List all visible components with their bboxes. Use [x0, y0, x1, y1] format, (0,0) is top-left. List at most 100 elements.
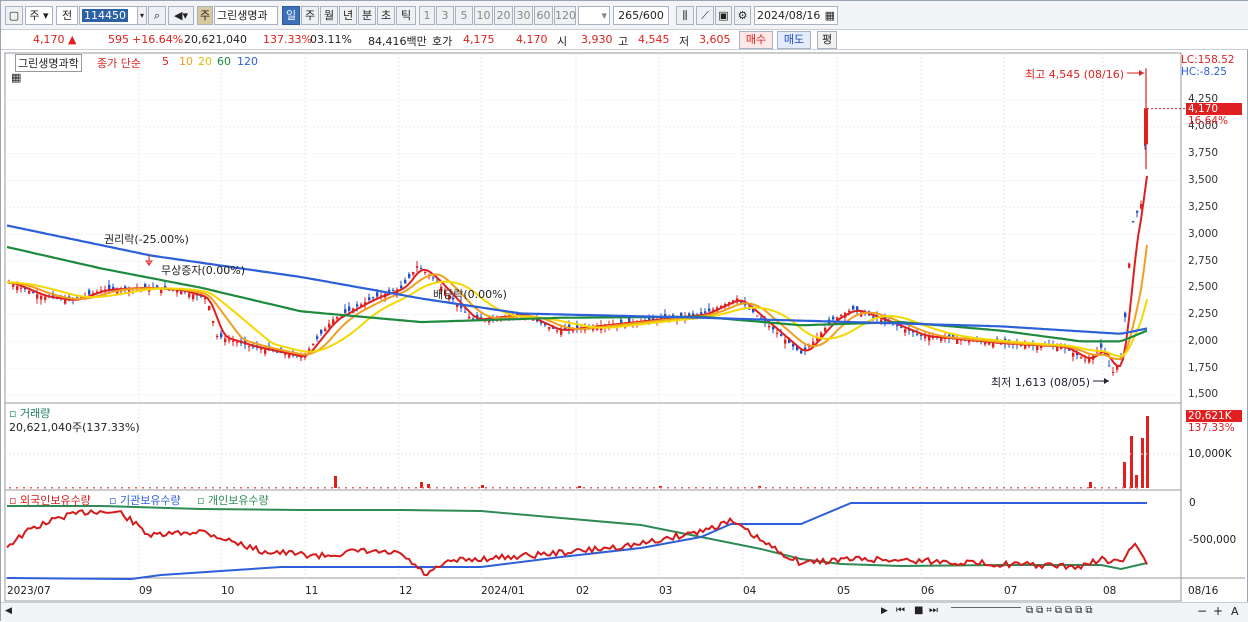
stock-legend-name[interactable]: 그린생명과학	[15, 54, 82, 72]
candle-body	[404, 279, 407, 284]
prev-select[interactable]: 전	[56, 6, 78, 25]
candle-body	[420, 268, 423, 270]
period-month[interactable]: 월	[320, 6, 338, 25]
last-page-icon[interactable]: ⏭	[929, 605, 938, 616]
interval-20[interactable]: 20	[494, 6, 513, 25]
period-day[interactable]: 일	[282, 6, 300, 25]
volume-bar	[863, 487, 865, 489]
candle-body	[1128, 263, 1131, 268]
date-field[interactable]: 2024/08/16 ▦	[754, 6, 838, 25]
window-icon[interactable]: ▢	[5, 6, 23, 25]
x-axis-tick: 06	[921, 585, 935, 597]
eval-button[interactable]: 평	[817, 31, 837, 49]
volume-bar	[1038, 487, 1040, 489]
gear-icon[interactable]: ⚙	[734, 6, 751, 25]
x-axis-tick: 04	[743, 585, 757, 597]
candle-body	[312, 343, 315, 346]
volume-bar	[1135, 475, 1138, 488]
scroll-left-icon[interactable]: ◀	[5, 606, 12, 616]
volume-bar	[562, 487, 564, 489]
candle-icon[interactable]: ⫼	[676, 6, 694, 25]
volume-bar	[212, 487, 214, 489]
candle-body	[220, 333, 223, 338]
period-year[interactable]: 년	[339, 6, 357, 25]
candle-body	[224, 338, 227, 343]
candle-body	[1108, 365, 1111, 367]
volume-bar	[352, 487, 354, 489]
x-axis-tick: 07	[1004, 585, 1018, 597]
font-size-icon[interactable]: A	[1231, 605, 1239, 618]
volume-current-marker: 20,621K	[1186, 410, 1242, 422]
price-chart[interactable]	[1, 51, 1248, 602]
count-field[interactable]: 265/600	[613, 6, 669, 25]
volume-bar	[961, 487, 963, 489]
interval-120[interactable]: 120	[554, 6, 576, 25]
high-annotation: 최고 4,545 (08/16)	[1025, 68, 1125, 81]
chart-scrollbar[interactable]: ◀ ▶ ⏮ ■ ⏭ ⧉⧉⌗⧉⧉⧉⧉ − + A	[1, 602, 1248, 622]
zoom-slider[interactable]	[951, 607, 1021, 608]
zoom-in-icon[interactable]: +	[1213, 604, 1223, 618]
period-week[interactable]: 주	[301, 6, 319, 25]
candle-body	[708, 308, 711, 312]
period-select[interactable]: 주 ▾	[25, 6, 53, 25]
sell-button[interactable]: 매도	[777, 31, 811, 49]
candle-body	[180, 291, 183, 295]
volume-bar	[457, 487, 459, 489]
code-dropdown-icon[interactable]: ▾	[137, 6, 147, 25]
interval-60[interactable]: 60	[534, 6, 553, 25]
stop-icon[interactable]: ■	[914, 605, 923, 616]
stock-name: 그린생명과	[214, 6, 278, 25]
period-tick[interactable]: 틱	[396, 6, 416, 25]
price-axis-tick: 3,500	[1188, 174, 1219, 186]
volume-bar	[506, 487, 508, 489]
volume-bar	[667, 487, 669, 489]
volume-bar	[9, 487, 11, 489]
zoom-out-icon[interactable]: −	[1197, 604, 1207, 618]
candle-body	[464, 311, 467, 313]
volume-bar	[1089, 482, 1092, 488]
candle-body	[248, 345, 251, 347]
candle-body	[192, 294, 195, 300]
candle-body	[468, 316, 471, 319]
volume-bar	[758, 487, 760, 489]
candle-body	[928, 336, 931, 341]
volume-bar	[254, 487, 256, 489]
speaker-icon[interactable]: ◀▾	[168, 6, 194, 25]
period-minute[interactable]: 분	[358, 6, 376, 25]
volume-bar	[1141, 438, 1144, 488]
calendar-icon[interactable]: ▦	[825, 7, 835, 24]
buy-button[interactable]: 매수	[739, 31, 773, 49]
search-icon[interactable]: ⌕	[148, 6, 166, 25]
volume-bar	[849, 487, 851, 489]
trade-amount: 84,416백만	[368, 35, 427, 48]
indicator-icon[interactable]: ▦	[11, 71, 21, 84]
volume-bar	[149, 487, 151, 489]
candle-body	[20, 287, 23, 289]
candle-body	[376, 292, 379, 297]
volume-bar	[702, 487, 704, 489]
interval-3[interactable]: 3	[436, 6, 454, 25]
layout-icons[interactable]: ⧉⧉⌗⧉⧉⧉⧉	[1026, 605, 1095, 616]
volume-bar	[324, 487, 326, 489]
volume-bar	[163, 487, 165, 489]
interval-10[interactable]: 10	[474, 6, 493, 25]
interval-5[interactable]: 5	[455, 6, 473, 25]
interval-custom-select[interactable]: ▾	[578, 6, 610, 25]
first-page-icon[interactable]: ⏮	[896, 605, 905, 616]
save-icon[interactable]: ▣	[715, 6, 732, 25]
volume-bar	[716, 487, 718, 489]
volume-bar	[331, 487, 333, 489]
volume-bar	[429, 487, 431, 489]
volume-bar	[737, 487, 739, 489]
scroll-right-icon[interactable]: ▶	[881, 606, 888, 616]
volume-bar	[982, 487, 984, 489]
x-axis-tick: 05	[837, 585, 851, 597]
volume-bar	[744, 487, 746, 489]
last-candle-body	[1144, 108, 1148, 145]
period-second[interactable]: 초	[377, 6, 395, 25]
volume-bar	[303, 487, 305, 489]
interval-1[interactable]: 1	[419, 6, 435, 25]
line-tool-icon[interactable]: ⟋	[696, 6, 714, 25]
interval-30[interactable]: 30	[514, 6, 533, 25]
high-label: 고	[618, 35, 629, 48]
